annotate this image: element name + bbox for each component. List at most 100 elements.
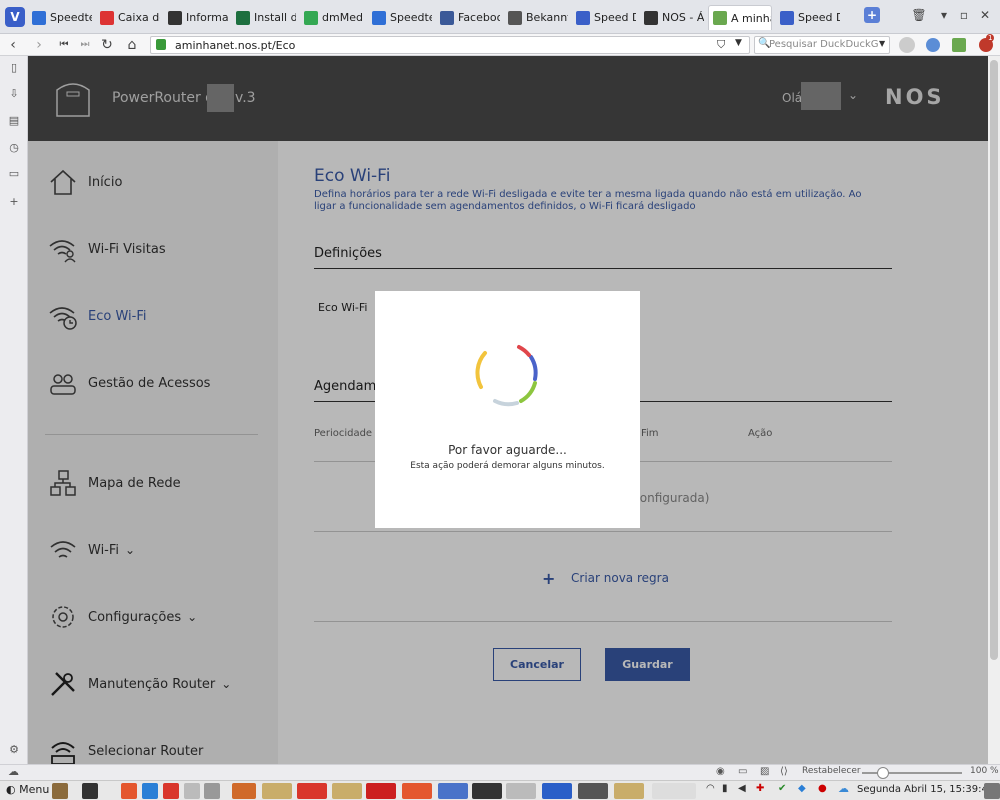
images-icon[interactable]: ▨ — [760, 766, 769, 777]
zoom-slider-handle[interactable] — [877, 767, 889, 779]
settings-gear-icon[interactable]: ⚙ — [6, 742, 22, 758]
minimize-button[interactable]: ▾ — [935, 6, 953, 24]
app-icon[interactable] — [204, 783, 220, 799]
power-tray-icon[interactable]: ▮ — [722, 783, 728, 794]
folder-window-button[interactable] — [332, 783, 362, 799]
opera-window-button[interactable] — [366, 783, 396, 799]
close-window-button[interactable]: ✕ — [976, 6, 994, 24]
trash-icon[interactable]: 🗑 — [910, 6, 928, 24]
vivaldi-window-button[interactable] — [297, 783, 327, 799]
browser-status-bar: ☁ ◉ ▭ ▨ ⟨⟩ Restabelecer 100 % — [0, 764, 1000, 780]
network-tray-icon[interactable]: ◆ — [798, 783, 806, 794]
loading-spinner-icon — [475, 345, 538, 407]
terminal-icon[interactable] — [82, 783, 98, 799]
capture-icon[interactable]: ◉ — [716, 766, 725, 777]
page-scrollbar[interactable] — [988, 56, 1000, 764]
page-actions-icon[interactable]: ⟨⟩ — [780, 766, 788, 777]
browser-tab[interactable]: Facebook — [436, 5, 500, 30]
brave-window-button[interactable] — [402, 783, 432, 799]
tiling-icon[interactable]: ▭ — [738, 766, 747, 777]
edge-icon[interactable] — [142, 783, 158, 799]
tab-label: Informaç — [186, 11, 228, 24]
brave-icon[interactable] — [121, 783, 137, 799]
tab-label: Facebook — [458, 11, 500, 24]
search-input[interactable]: 🔍 Pesquisar DuckDuckG ▼ — [754, 36, 890, 54]
loading-modal: Por favor aguarde... Esta ação poderá de… — [375, 291, 640, 528]
editor-window-button[interactable] — [542, 783, 572, 799]
extension-globe-icon[interactable] — [926, 38, 940, 52]
zoom-level: 100 % — [970, 766, 999, 776]
tray-status-icon[interactable]: ✚ — [756, 783, 764, 794]
volume-tray-icon[interactable]: ◀ — [738, 783, 746, 794]
lock-icon — [156, 39, 166, 50]
vivaldi-logo-icon[interactable]: V — [5, 7, 25, 27]
fast-forward-button[interactable]: ⏭ — [76, 36, 94, 54]
browser-tab[interactable]: Speed Dia — [572, 5, 636, 30]
tab-label: dmMedia — [322, 11, 364, 24]
maximize-button[interactable]: ▫ — [955, 6, 973, 24]
search-placeholder: Pesquisar DuckDuckG — [769, 39, 879, 50]
bookmarks-panel-icon[interactable]: ▯ — [6, 60, 22, 76]
tab-label: Speed Dia — [798, 11, 840, 24]
home-button[interactable]: ⌂ — [123, 36, 141, 54]
clock-text[interactable]: Segunda Abril 15, 15:39:40 — [857, 784, 994, 795]
monitor-window-button[interactable] — [578, 783, 608, 799]
forward-button[interactable]: › — [30, 36, 48, 54]
browser-tab[interactable]: Speed Dia — [776, 5, 840, 30]
menu-label: Menu — [19, 783, 50, 796]
update-tray-icon[interactable]: ● — [818, 783, 827, 794]
browser-tab[interactable]: Informaç — [164, 5, 228, 30]
browser-tab[interactable]: Speedtes — [368, 5, 432, 30]
extension-download-icon[interactable] — [952, 38, 966, 52]
rewind-button[interactable]: ⏮ — [55, 36, 73, 54]
browser-tab[interactable]: Caixa de e — [96, 5, 160, 30]
url-field[interactable]: aminhanet.nos.pt/Eco ⛉ ▼ — [150, 36, 750, 54]
folder-window-button[interactable] — [614, 783, 644, 799]
chrome-window-button[interactable] — [438, 783, 468, 799]
browser-tab[interactable]: NOS - Áre — [640, 5, 704, 30]
chevron-down-icon[interactable]: ▼ — [735, 38, 742, 48]
browser-tab-bar: V Speedtes Caixa de e Informaç Install dm dm… — [0, 0, 1000, 34]
notes-panel-icon[interactable]: ▤ — [6, 113, 22, 129]
modal-subtitle: Esta ação poderá demorar alguns minutos. — [410, 461, 605, 471]
tab-favicon-icon — [236, 10, 250, 25]
scrollbar-thumb[interactable] — [990, 60, 998, 660]
browser-tab[interactable]: Speedtes — [28, 5, 92, 30]
cloud-sync-icon[interactable]: ☁ — [8, 765, 19, 778]
back-button[interactable]: ‹ — [4, 36, 22, 54]
zoom-reset-label[interactable]: Restabelecer — [802, 766, 861, 776]
file-manager-icon[interactable] — [52, 783, 68, 799]
add-panel-icon[interactable]: + — [6, 194, 22, 210]
history-panel-icon[interactable]: ◷ — [6, 140, 22, 156]
downloads-panel-icon[interactable]: ⇩ — [6, 86, 22, 102]
app-icon[interactable] — [184, 783, 200, 799]
os-menu-button[interactable]: ◐ Menu — [6, 783, 49, 796]
window-panel-icon[interactable]: ▭ — [6, 166, 22, 182]
show-desktop-icon[interactable] — [984, 783, 1000, 799]
avatar[interactable] — [899, 37, 915, 53]
browser-tab[interactable]: dmMedia — [300, 5, 364, 30]
weather-tray-icon[interactable]: ☁ — [838, 782, 849, 795]
tab-label: A minha N — [731, 11, 771, 25]
tab-label: NOS - Áre — [662, 11, 704, 24]
tab-label: Bekannte — [526, 11, 568, 24]
tab-label: Install dm — [254, 11, 296, 24]
notification-badge: 1 — [986, 34, 995, 42]
app-window-button[interactable] — [506, 783, 536, 799]
new-tab-button[interactable]: + — [864, 7, 880, 23]
tab-favicon-icon — [440, 10, 454, 25]
reload-button[interactable]: ↻ — [98, 36, 116, 54]
tab-favicon-icon — [644, 10, 658, 25]
terminal-window-button[interactable] — [472, 783, 502, 799]
bookmark-icon[interactable]: ⛉ — [717, 38, 725, 52]
firefox-window-button[interactable] — [232, 783, 256, 799]
browser-tab[interactable]: A minha N — [708, 5, 772, 30]
browser-tab[interactable]: Install dm — [232, 5, 296, 30]
tab-favicon-icon — [508, 10, 522, 25]
browser-tab[interactable]: Bekannte — [504, 5, 568, 30]
folder-window-button[interactable] — [262, 783, 292, 799]
shield-tray-icon[interactable]: ✔ — [778, 783, 786, 794]
wifi-tray-icon[interactable]: ◠ — [706, 783, 715, 794]
search-engine-chevron-icon[interactable]: ▼ — [879, 39, 885, 48]
vivaldi-taskbar-icon[interactable] — [163, 783, 179, 799]
